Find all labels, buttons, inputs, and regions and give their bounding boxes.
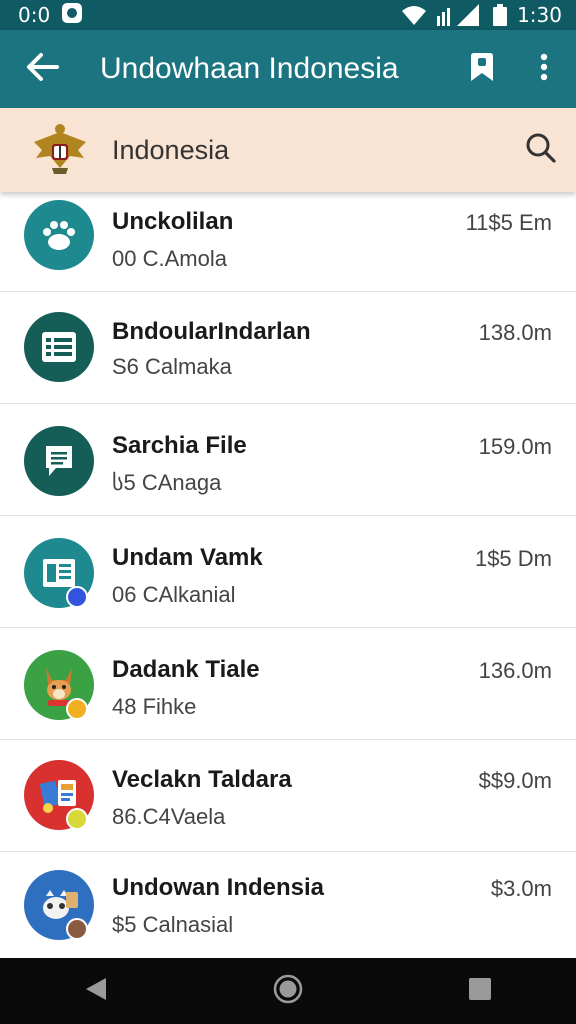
item-amount: 138.0m (478, 320, 552, 345)
item-amount: $3.0m (490, 876, 552, 901)
search-bar[interactable]: Indonesia (0, 108, 576, 192)
system-nav-bar (0, 958, 576, 1024)
item-amount: 1$5 Dm (474, 546, 552, 571)
app-bar: Undowhaan Indonesia (0, 30, 576, 108)
list-item[interactable]: Dadank Tiale 48 Fihke 136.0m (0, 628, 576, 740)
chat-note-icon (24, 426, 94, 496)
list-item[interactable]: Sarchia File ს5 CAnaga 159.0m (0, 404, 576, 516)
item-title: Sarchia File (112, 432, 247, 459)
app-badge (66, 586, 88, 608)
search-label: Indonesia (112, 134, 230, 165)
item-subtitle: $5 Calnasial (112, 912, 234, 937)
app-badge (66, 808, 88, 830)
item-amount: 159.0m (478, 434, 552, 459)
list-item[interactable]: BndoularIndarlan S6 Calmaka 138.0m (0, 292, 576, 404)
item-list: Unckolilan 00 C.Amola 11$5 Em BndoularIn… (0, 192, 576, 964)
paw-icon (24, 200, 94, 270)
item-amount: $$9.0m (478, 768, 552, 793)
wifi-icon (401, 4, 427, 26)
item-title: Unckolilan (112, 208, 234, 235)
bookmark-button[interactable] (452, 30, 512, 108)
battery-icon (493, 4, 508, 26)
search-button[interactable] (506, 108, 576, 192)
nav-home-button[interactable] (248, 958, 328, 1024)
back-arrow-icon (25, 52, 59, 87)
list-item[interactable]: Undowan Indensia $5 Calnasial $3.0m (0, 852, 576, 964)
home-circle-icon (273, 974, 303, 1009)
item-title: Undam Vamk (112, 544, 263, 571)
list-item[interactable]: Veclakn Taldara 86.C4Vaela $$9.0m (0, 740, 576, 852)
list-item[interactable]: Unckolilan 00 C.Amola 11$5 Em (0, 192, 576, 292)
status-time: 1:30 (517, 3, 562, 27)
item-title: Veclakn Taldara (112, 766, 292, 793)
item-subtitle: 00 C.Amola (112, 246, 227, 271)
notification-icon (60, 1, 84, 30)
item-subtitle: ს5 CAnaga (112, 470, 222, 495)
bookmark-icon (469, 52, 495, 87)
item-subtitle: 48 Fihke (112, 694, 197, 719)
search-icon (525, 132, 557, 169)
item-subtitle: 86.C4Vaela (112, 804, 226, 829)
recents-square-icon (468, 977, 492, 1006)
item-subtitle: 06 CAlkanial (112, 582, 236, 607)
garuda-emblem-icon (30, 120, 90, 180)
status-bar: 0:0 1:30 (0, 0, 576, 30)
app-badge (66, 918, 88, 940)
more-options-button[interactable] (512, 30, 576, 108)
back-triangle-icon (84, 976, 108, 1007)
item-amount: 11$5 Em (465, 210, 552, 235)
more-vert-icon (540, 53, 548, 86)
signal-icon (437, 4, 483, 26)
item-subtitle: S6 Calmaka (112, 354, 232, 379)
app-badge (66, 698, 88, 720)
item-title: Dadank Tiale (112, 656, 260, 683)
nav-back-button[interactable] (56, 958, 136, 1024)
back-button[interactable] (0, 30, 84, 108)
list-document-icon (24, 312, 94, 382)
page-title: Undowhaan Indonesia (100, 52, 399, 85)
item-amount: 136.0m (478, 658, 552, 683)
item-title: BndoularIndarlan (112, 318, 311, 345)
item-title: Undowan Indensia (112, 874, 325, 901)
status-left-text: 0:0 (18, 3, 51, 27)
nav-recents-button[interactable] (440, 958, 520, 1024)
list-item[interactable]: Undam Vamk 06 CAlkanial 1$5 Dm (0, 516, 576, 628)
